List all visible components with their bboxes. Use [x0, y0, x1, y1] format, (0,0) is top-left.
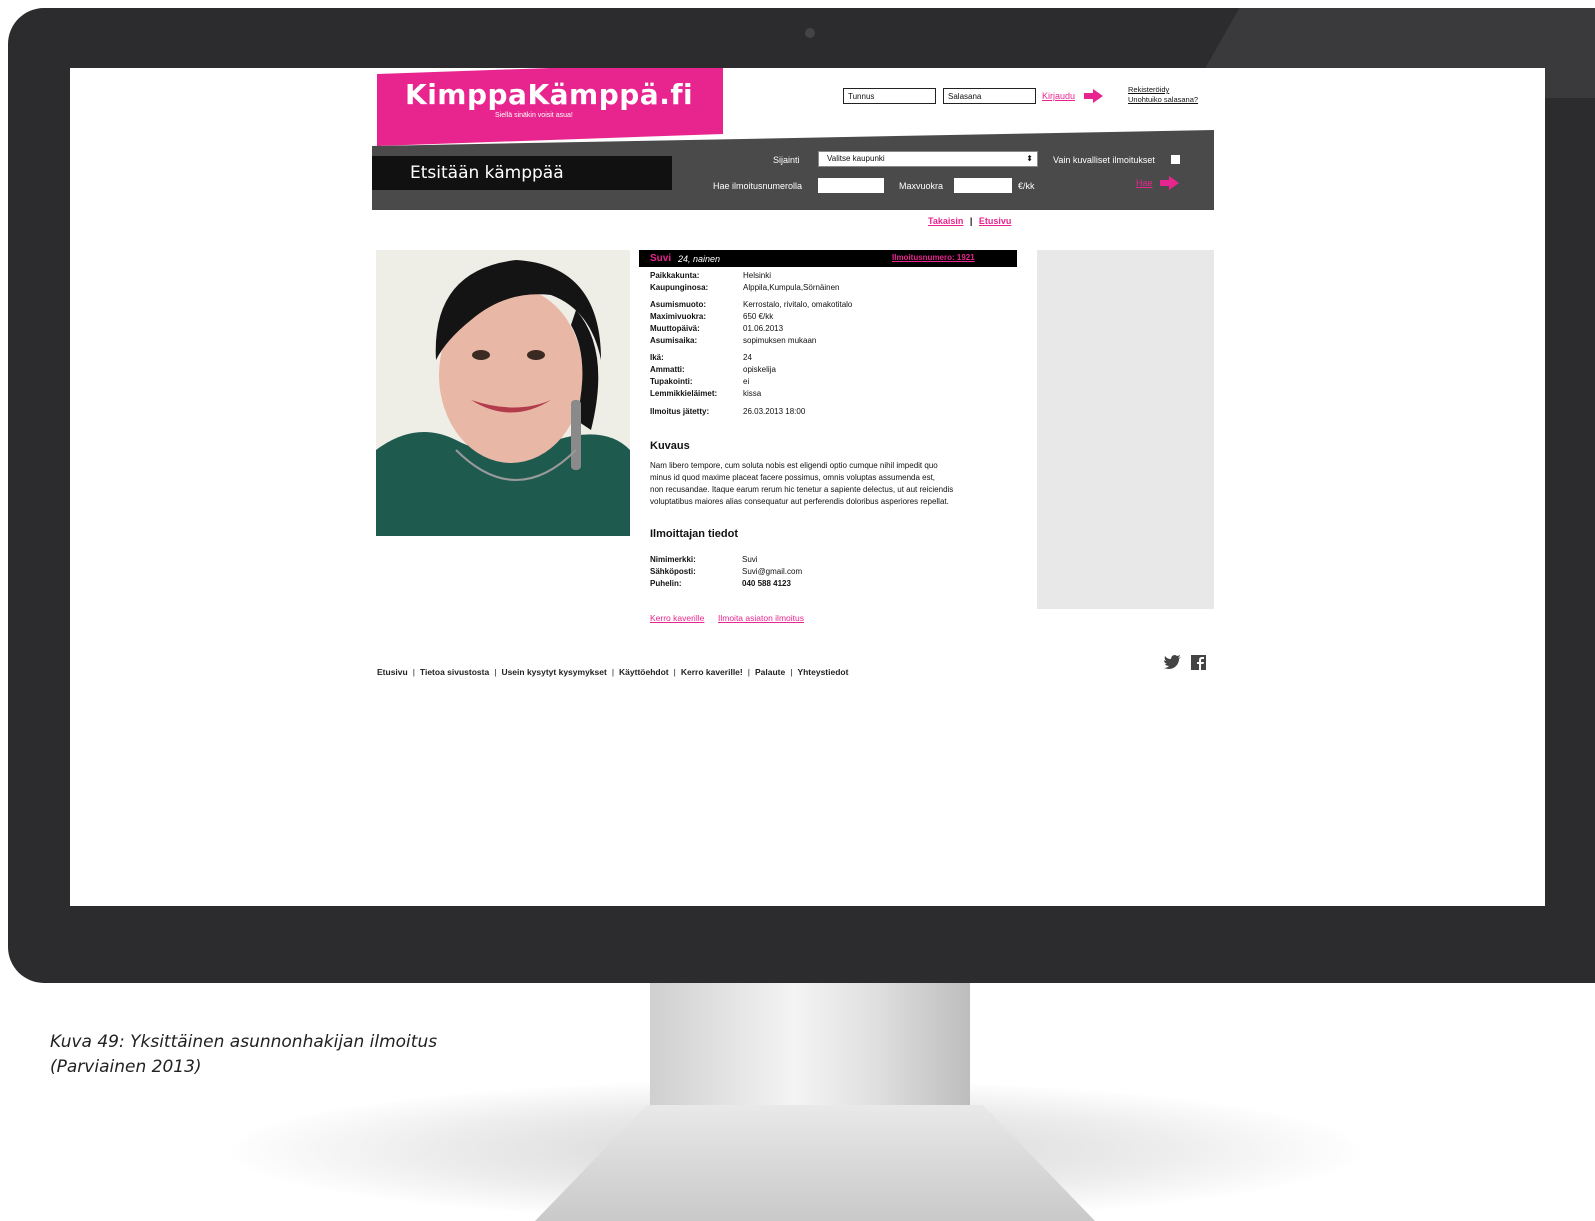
- listing-age-gender: 24, nainen: [678, 254, 721, 264]
- report-link[interactable]: Ilmoita asiaton ilmoitus: [718, 613, 804, 623]
- back-link[interactable]: Takaisin: [928, 216, 963, 226]
- breadcrumb-separator: |: [969, 216, 973, 226]
- description-line: Nam libero tempore, cum soluta nobis est…: [650, 461, 938, 470]
- detail-key: Asumismuoto:: [650, 300, 706, 309]
- footer-link-home[interactable]: Etusivu: [377, 667, 408, 677]
- footer-link-terms[interactable]: Käyttöehdot: [619, 667, 669, 677]
- profile-photo: [376, 250, 630, 536]
- listing-number[interactable]: Ilmoitusnumero: 1921: [892, 253, 975, 262]
- twitter-icon[interactable]: [1164, 655, 1181, 674]
- detail-value: 01.06.2013: [743, 324, 784, 333]
- footer-separator: |: [790, 667, 793, 677]
- detail-value: 24: [743, 353, 752, 362]
- max-rent-label: Maxvuokra: [899, 181, 944, 191]
- breadcrumb: Takaisin | Etusivu: [928, 216, 1011, 226]
- screen: KimppaKämppä.fi Siellä sinäkin voisit as…: [70, 68, 1545, 906]
- portrait-image: [376, 250, 630, 536]
- poster-value: Suvi: [742, 555, 758, 564]
- detail-value: sopimuksen mukaan: [743, 336, 817, 345]
- max-rent-input[interactable]: [954, 178, 1012, 193]
- poster-title: Ilmoittajan tiedot: [650, 528, 738, 540]
- detail-key: Ammatti:: [650, 365, 685, 374]
- footer-separator: |: [494, 667, 497, 677]
- monitor-neck: [650, 965, 970, 1115]
- caption-line: (Parviainen 2013): [50, 1057, 202, 1077]
- poster-key: Puhelin:: [650, 579, 682, 588]
- detail-value: opiskelija: [743, 365, 776, 374]
- detail-key: Asumisaika:: [650, 336, 698, 345]
- footer-link-contact[interactable]: Yhteystiedot: [797, 667, 848, 677]
- site-tagline: Siellä sinäkin voisit asua!: [495, 112, 573, 119]
- username-input[interactable]: Tunnus: [843, 88, 936, 104]
- detail-key: Muuttopäivä:: [650, 324, 700, 333]
- search-arrow-icon[interactable]: [1160, 176, 1180, 195]
- listing-number-input[interactable]: [818, 178, 884, 193]
- description-title: Kuvaus: [650, 440, 690, 452]
- detail-key: Kaupunginosa:: [650, 283, 709, 292]
- only-images-checkbox[interactable]: [1171, 155, 1180, 164]
- description-text: Nam libero tempore, cum soluta nobis est…: [650, 460, 1015, 508]
- search-button[interactable]: Hae: [1136, 178, 1153, 188]
- footer-link-share[interactable]: Kerro kaverille!: [681, 667, 743, 677]
- detail-key: Lemmikkieläimet:: [650, 389, 718, 398]
- footer-separator: |: [412, 667, 415, 677]
- description-line: minus id quod maxime placeat facere poss…: [650, 473, 936, 482]
- detail-key: Tupakointi:: [650, 377, 693, 386]
- footer-separator: |: [611, 667, 615, 677]
- login-link[interactable]: Kirjaudu: [1042, 91, 1075, 101]
- password-input[interactable]: Salasana: [943, 88, 1036, 104]
- detail-value: Helsinki: [743, 271, 772, 280]
- location-label: Sijainti: [773, 155, 800, 165]
- footer-separator: |: [673, 667, 676, 677]
- facebook-icon[interactable]: [1191, 655, 1206, 670]
- caption-line: Kuva 49: Yksittäinen asunnonhakijan ilmo…: [50, 1032, 438, 1052]
- detail-value: Alppila,Kumpula,Sörnäinen: [743, 283, 840, 292]
- footer-nav: Etusivu | Tietoa sivustosta | Usein kysytyt …: [377, 667, 848, 677]
- description-line: non recusandae. Itaque earum rerum hic t…: [650, 485, 954, 494]
- detail-value: 650 €/kk: [743, 312, 774, 321]
- home-link[interactable]: Etusivu: [979, 216, 1012, 226]
- location-select-value: Valitse kaupunki: [827, 154, 885, 163]
- search-title: Etsitään kämppää: [410, 163, 564, 183]
- listing-name: Suvi: [650, 253, 672, 264]
- detail-key: Ikä:: [650, 353, 664, 362]
- footer-separator: |: [747, 667, 750, 677]
- detail-value: 26.03.2013 18:00: [743, 407, 806, 416]
- select-caret-icon: ⬍: [1026, 154, 1033, 163]
- footer-link-feedback[interactable]: Palaute: [755, 667, 785, 677]
- footer-link-about[interactable]: Tietoa sivustosta: [420, 667, 489, 677]
- footer-link-faq[interactable]: Usein kysytyt kysymykset: [501, 667, 606, 677]
- register-link[interactable]: Rekisteröidy: [1128, 85, 1169, 94]
- poster-key: Nimimerkki:: [650, 555, 696, 564]
- rent-unit-label: €/kk: [1018, 181, 1035, 191]
- detail-value: kissa: [743, 389, 762, 398]
- location-select[interactable]: Valitse kaupunki ⬍: [818, 151, 1038, 167]
- camera-icon: [805, 28, 815, 38]
- description-line: voluptatibus maiores alias consequatur a…: [650, 497, 949, 506]
- detail-value: Kerrostalo, rivitalo, omakotitalo: [743, 300, 853, 309]
- site-logo[interactable]: KimppaKämppä.fi: [405, 78, 693, 111]
- search-number-label: Hae ilmoitusnumerolla: [713, 181, 803, 191]
- poster-key: Sähköposti:: [650, 567, 696, 576]
- detail-value: ei: [743, 377, 750, 386]
- poster-email[interactable]: Suvi@gmail.com: [742, 566, 802, 578]
- forgot-password-link[interactable]: Unohtuiko salasana?: [1128, 95, 1198, 104]
- ad-placeholder: [1037, 250, 1214, 609]
- detail-key: Paikkakunta:: [650, 271, 700, 280]
- poster-phone: 040 588 4123: [742, 579, 791, 588]
- login-arrow-icon[interactable]: [1084, 89, 1104, 108]
- only-images-label: Vain kuvalliset ilmoitukset: [1053, 155, 1155, 165]
- detail-key: Ilmoitus jätetty:: [650, 407, 710, 416]
- figure-caption: Kuva 49: Yksittäinen asunnonhakijan ilmo…: [50, 1030, 437, 1080]
- detail-key: Maximivuokra:: [650, 312, 707, 321]
- share-link[interactable]: Kerro kaverille: [650, 613, 704, 623]
